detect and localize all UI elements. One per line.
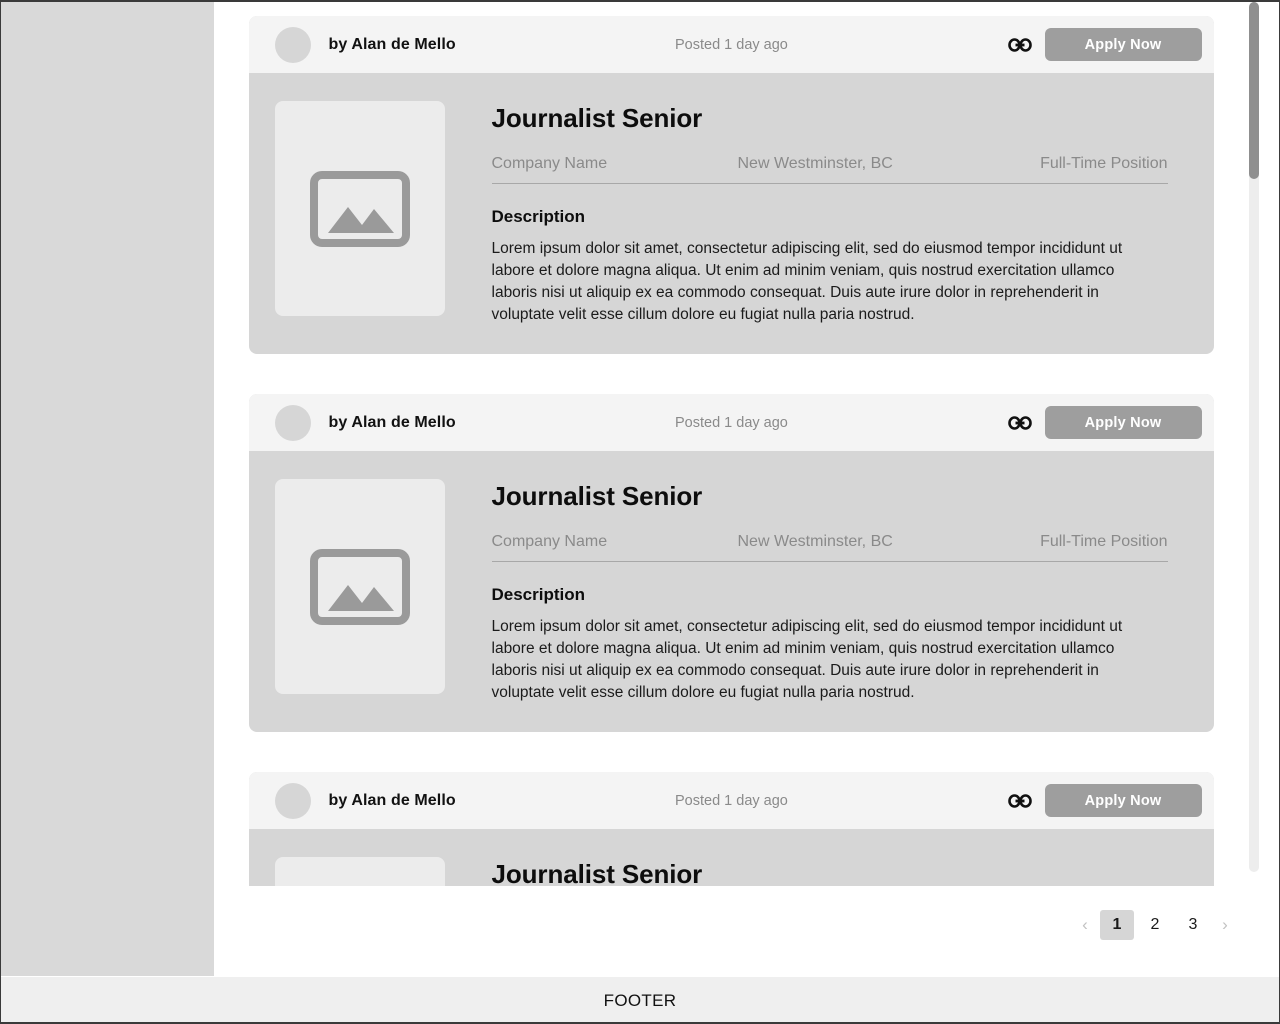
job-thumbnail (274, 857, 445, 886)
footer-label: FOOTER (603, 990, 677, 1010)
avatar (274, 404, 311, 441)
job-thumbnail (274, 479, 445, 694)
job-posted-date: Posted 1 day ago (675, 792, 788, 809)
job-title: Journalist Senior (491, 859, 703, 886)
job-thumbnail (274, 101, 445, 316)
apply-now-button[interactable]: Apply Now (1044, 406, 1202, 439)
sidebar-panel (1, 2, 214, 976)
job-meta-row: Company Name New Westminster, BC Full-Ti… (491, 155, 1168, 184)
page-button-3[interactable]: 3 (1176, 910, 1210, 940)
job-card-header: by Alan de Mello Posted 1 day ago Apply … (248, 772, 1214, 829)
page-button-1[interactable]: 1 (1100, 910, 1134, 940)
job-employment-type: Full-Time Position (1040, 155, 1168, 172)
image-placeholder-icon (309, 548, 410, 625)
job-author: by Alan de Mello (328, 35, 456, 53)
page-button-2[interactable]: 2 (1138, 910, 1172, 940)
job-details: Journalist Senior Company Name New Westm… (491, 101, 1168, 326)
apply-now-button[interactable]: Apply Now (1044, 28, 1202, 61)
job-company: Company Name (491, 533, 608, 550)
job-title: Journalist Senior (491, 103, 703, 133)
apply-now-button[interactable]: Apply Now (1044, 784, 1202, 817)
job-card-header: by Alan de Mello Posted 1 day ago Apply … (248, 16, 1214, 73)
job-details: Journalist Senior Company Name New Westm… (492, 857, 1168, 886)
link-icon[interactable] (1003, 28, 1037, 62)
job-employment-type: Full-Time Position (1040, 533, 1168, 550)
job-author: by Alan de Mello (328, 413, 456, 431)
job-card-body: Journalist Senior Company Name New Westm… (249, 829, 1214, 886)
job-location: New Westminster, BC (737, 533, 893, 550)
footer: FOOTER (1, 977, 1279, 1022)
job-list-viewport: by Alan de Mello Posted 1 day ago Apply … (215, 2, 1279, 886)
job-company: Company Name (491, 155, 608, 172)
job-location: New Westminster, BC (737, 155, 893, 172)
chevron-right-icon[interactable]: › (1214, 912, 1236, 938)
job-card[interactable]: by Alan de Mello Posted 1 day ago Apply … (248, 394, 1214, 732)
job-posted-date: Posted 1 day ago (675, 36, 788, 53)
job-details: Journalist Senior Company Name New Westm… (491, 479, 1168, 704)
main-content: by Alan de Mello Posted 1 day ago Apply … (215, 2, 1279, 976)
image-placeholder-icon (309, 170, 410, 247)
link-icon[interactable] (1003, 406, 1037, 440)
avatar (274, 782, 311, 819)
app-window: by Alan de Mello Posted 1 day ago Apply … (0, 0, 1280, 1024)
job-posted-date: Posted 1 day ago (675, 414, 788, 431)
avatar (274, 26, 311, 63)
pagination: ‹ 1 2 3 › (1074, 910, 1236, 940)
description-heading: Description (491, 207, 586, 226)
link-icon[interactable] (1003, 784, 1037, 818)
description-text: Lorem ipsum dolor sit amet, consectetur … (491, 618, 1123, 701)
job-card-body: Journalist Senior Company Name New Westm… (249, 451, 1214, 732)
scrollbar-thumb[interactable] (1249, 2, 1259, 179)
chevron-left-icon[interactable]: ‹ (1074, 912, 1096, 938)
job-card[interactable]: by Alan de Mello Posted 1 day ago Apply … (248, 772, 1214, 886)
job-meta-row: Company Name New Westminster, BC Full-Ti… (491, 533, 1168, 562)
job-author: by Alan de Mello (328, 791, 456, 809)
vertical-scrollbar[interactable] (1249, 2, 1259, 872)
job-card[interactable]: by Alan de Mello Posted 1 day ago Apply … (248, 16, 1214, 354)
description-text: Lorem ipsum dolor sit amet, consectetur … (491, 240, 1123, 323)
job-card-body: Journalist Senior Company Name New Westm… (249, 73, 1214, 354)
description-heading: Description (491, 585, 586, 604)
job-card-header: by Alan de Mello Posted 1 day ago Apply … (248, 394, 1214, 451)
job-list: by Alan de Mello Posted 1 day ago Apply … (215, 2, 1247, 886)
job-title: Journalist Senior (491, 481, 703, 511)
